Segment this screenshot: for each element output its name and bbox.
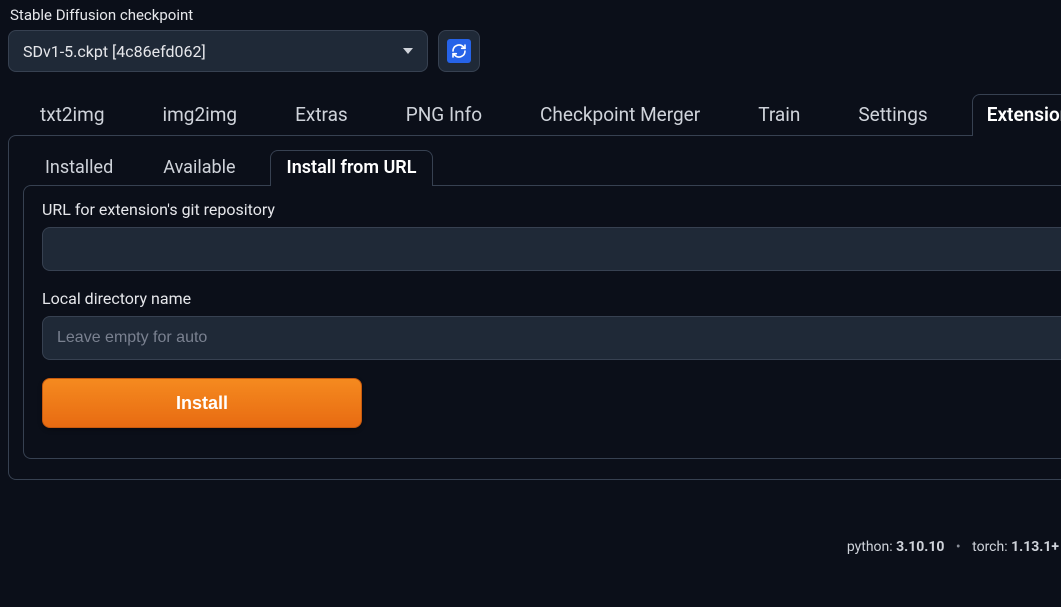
extension-url-input[interactable]: [42, 227, 1061, 271]
tab-checkpoint-merger[interactable]: Checkpoint Merger: [526, 95, 714, 136]
tab-train[interactable]: Train: [744, 95, 814, 136]
tab-png-info[interactable]: PNG Info: [392, 95, 496, 136]
tab-img2img[interactable]: img2img: [149, 95, 252, 136]
refresh-icon: [447, 39, 471, 63]
url-field-label: URL for extension's git repository: [42, 200, 1061, 219]
python-label: python:: [847, 539, 893, 555]
sub-tab-installed[interactable]: Installed: [29, 151, 129, 186]
extensions-sub-tabs: Installed Available Install from URL: [23, 150, 1061, 186]
tab-txt2img[interactable]: txt2img: [26, 95, 119, 136]
torch-version: 1.13.1+: [1011, 539, 1059, 555]
footer-versions: python: 3.10.10 • torch: 1.13.1+: [847, 539, 1061, 555]
tab-extensions[interactable]: Extensions: [972, 94, 1061, 136]
checkpoint-label: Stable Diffusion checkpoint: [10, 6, 1053, 24]
extensions-panel: Installed Available Install from URL URL…: [8, 135, 1061, 480]
torch-label: torch:: [972, 539, 1007, 555]
tab-extras[interactable]: Extras: [281, 95, 362, 136]
checkpoint-selected-value: SDv1-5.ckpt [4c86efd062]: [23, 42, 206, 61]
separator-dot: •: [956, 539, 961, 555]
main-tabs: txt2img img2img Extras PNG Info Checkpoi…: [0, 72, 1061, 136]
sub-tab-available[interactable]: Available: [147, 151, 251, 186]
tab-settings[interactable]: Settings: [844, 95, 941, 136]
sub-tab-install-from-url[interactable]: Install from URL: [270, 150, 434, 186]
refresh-checkpoints-button[interactable]: [438, 30, 480, 72]
install-from-url-panel: URL for extension's git repository Local…: [23, 185, 1061, 459]
python-version: 3.10.10: [896, 539, 944, 555]
local-directory-input[interactable]: [42, 316, 1061, 360]
checkpoint-select[interactable]: SDv1-5.ckpt [4c86efd062]: [8, 30, 428, 72]
local-dir-field-label: Local directory name: [42, 289, 1061, 308]
install-button[interactable]: Install: [42, 378, 362, 428]
chevron-down-icon: [403, 48, 413, 54]
